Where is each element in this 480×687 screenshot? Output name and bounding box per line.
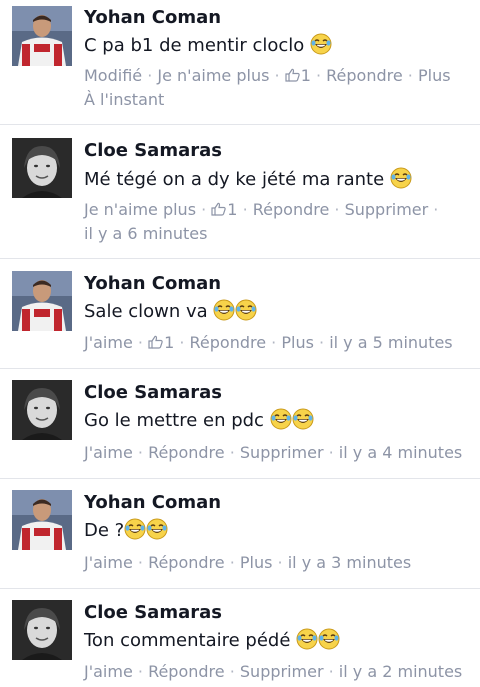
comment-item: Yohan Coman Sale clown va J'aime · 1 · R… [0, 259, 480, 369]
reply-link[interactable]: Répondre [326, 66, 403, 85]
comment-actions: J'aime · Répondre · Plus · il y a 3 minu… [84, 553, 412, 572]
comment-actions: J'aime · Répondre · Supprimer · il y a 4… [84, 443, 463, 462]
delete-link[interactable]: Supprimer [240, 662, 324, 681]
comment-text-content: C pa b1 de mentir cloclo [84, 35, 305, 56]
laughing-emoji-icon [235, 299, 257, 321]
laughing-emoji-icon [296, 628, 318, 650]
comment-text-content: De ? [84, 520, 125, 541]
more-link[interactable]: Plus [418, 66, 451, 85]
comment-author[interactable]: Yohan Coman [84, 7, 221, 29]
avatar[interactable] [12, 380, 72, 440]
comment-author[interactable]: Cloe Samaras [84, 140, 222, 162]
comment-text-content: Go le mettre en pdc [84, 410, 264, 431]
avatar[interactable] [12, 600, 72, 660]
comment-author[interactable]: Cloe Samaras [84, 382, 222, 404]
comment-item: Yohan Coman De ? J'aime · Répondre · Plu… [0, 479, 480, 589]
like-count[interactable]: 1 [164, 333, 174, 352]
comment-text: Ton commentaire pédé [84, 628, 340, 653]
thumbs-up-icon [211, 199, 227, 216]
comment-text-content: Ton commentaire pédé [84, 630, 291, 651]
edited-label[interactable]: Modifié [84, 66, 142, 85]
reply-link[interactable]: Répondre [190, 333, 267, 352]
avatar[interactable] [12, 138, 72, 198]
yohan-avatar-image [12, 271, 72, 331]
laughing-emoji-icon [390, 167, 412, 189]
comment-item: Yohan Coman C pa b1 de mentir cloclo Mod… [0, 0, 480, 125]
comment-time[interactable]: il y a 6 minutes [84, 224, 207, 243]
cloe-avatar-image [12, 138, 72, 198]
laughing-emoji-icon [124, 518, 146, 540]
avatar[interactable] [12, 271, 72, 331]
avatar[interactable] [12, 490, 72, 550]
comment-text: Sale clown va [84, 299, 257, 324]
comment-author[interactable]: Yohan Coman [84, 273, 221, 295]
more-link[interactable]: Plus [281, 333, 314, 352]
delete-link[interactable]: Supprimer [240, 443, 324, 462]
reply-link[interactable]: Répondre [148, 662, 225, 681]
comment-author[interactable]: Cloe Samaras [84, 602, 222, 624]
like-link[interactable]: J'aime [84, 333, 133, 352]
unlike-link[interactable]: Je n'aime plus [84, 200, 196, 219]
comment-text-content: Mé tégé on a dy ke jété ma rante [84, 169, 385, 190]
comment-text: Go le mettre en pdc [84, 408, 314, 433]
laughing-emoji-icon [213, 299, 235, 321]
comment-time[interactable]: il y a 2 minutes [339, 662, 462, 681]
like-count[interactable]: 1 [301, 66, 311, 85]
like-link[interactable]: J'aime [84, 662, 133, 681]
comment-text: Mé tégé on a dy ke jété ma rante [84, 167, 412, 192]
like-count[interactable]: 1 [227, 200, 237, 219]
laughing-emoji-icon [146, 518, 168, 540]
comment-actions: J'aime · 1 · Répondre · Plus · il y a 5 … [84, 332, 453, 352]
comment-time[interactable]: il y a 4 minutes [339, 443, 462, 462]
comment-actions: Je n'aime plus · 1 · Répondre · Supprime… [84, 199, 439, 243]
comment-text: De ? [84, 518, 168, 543]
comment-time[interactable]: À l'instant [84, 90, 164, 109]
comment-text: C pa b1 de mentir cloclo [84, 33, 332, 58]
cloe-avatar-image [12, 380, 72, 440]
laughing-emoji-icon [310, 33, 332, 55]
comment-item: Cloe Samaras Ton commentaire pédé J'aime… [0, 589, 480, 687]
comment-actions: Modifié · Je n'aime plus · 1 · Répondre … [84, 65, 451, 109]
cloe-avatar-image [12, 600, 72, 660]
avatar[interactable] [12, 6, 72, 66]
reply-link[interactable]: Répondre [148, 553, 225, 572]
thumbs-up-icon [148, 332, 164, 349]
laughing-emoji-icon [318, 628, 340, 650]
yohan-avatar-image [12, 490, 72, 550]
comment-time[interactable]: il y a 5 minutes [329, 333, 452, 352]
more-link[interactable]: Plus [240, 553, 273, 572]
like-link[interactable]: J'aime [84, 553, 133, 572]
unlike-link[interactable]: Je n'aime plus [157, 66, 269, 85]
reply-link[interactable]: Répondre [148, 443, 225, 462]
yohan-avatar-image [12, 6, 72, 66]
delete-link[interactable]: Supprimer [345, 200, 429, 219]
reply-link[interactable]: Répondre [253, 200, 330, 219]
comment-item: Cloe Samaras Go le mettre en pdc J'aime … [0, 369, 480, 479]
thumbs-up-icon [285, 65, 301, 82]
like-link[interactable]: J'aime [84, 443, 133, 462]
comment-actions: J'aime · Répondre · Supprimer · il y a 2… [84, 662, 463, 681]
laughing-emoji-icon [292, 408, 314, 430]
comment-text-content: Sale clown va [84, 301, 208, 322]
laughing-emoji-icon [270, 408, 292, 430]
comment-author[interactable]: Yohan Coman [84, 492, 221, 514]
comment-item: Cloe Samaras Mé tégé on a dy ke jété ma … [0, 125, 480, 259]
comment-time[interactable]: il y a 3 minutes [288, 553, 411, 572]
